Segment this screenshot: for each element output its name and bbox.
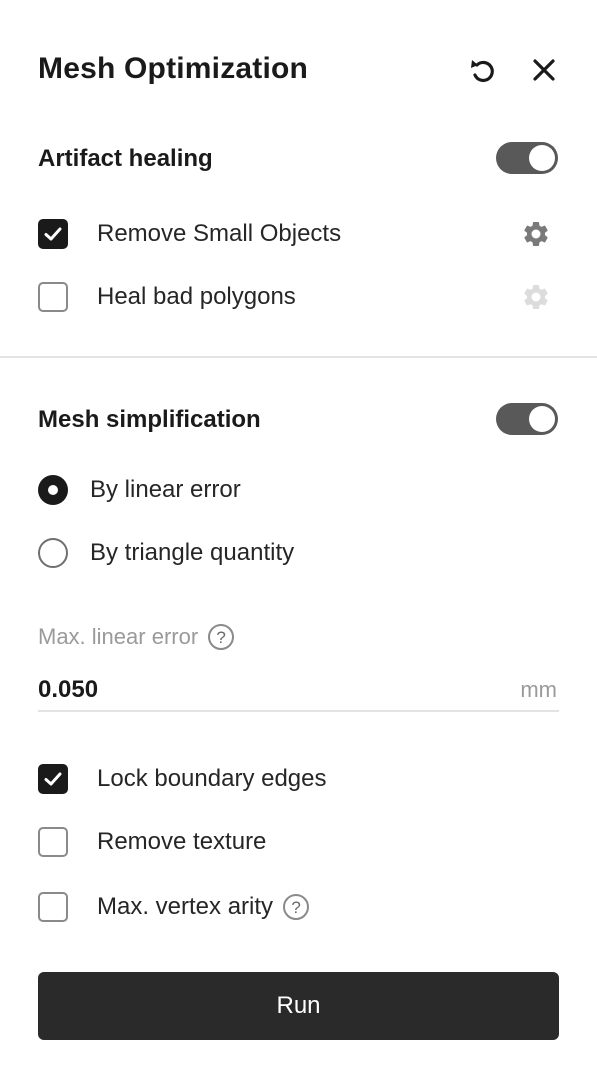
- close-icon[interactable]: [526, 52, 562, 88]
- toggle-knob: [529, 406, 555, 432]
- checkmark-icon: [44, 772, 62, 786]
- remove-texture-label: Remove texture: [97, 828, 267, 855]
- radio-dot: [48, 485, 58, 495]
- question-circle-icon[interactable]: ?: [283, 894, 310, 920]
- toggle-knob: [529, 145, 555, 171]
- question-circle-icon[interactable]: ?: [208, 624, 235, 650]
- remove-texture-option[interactable]: Remove texture: [38, 824, 266, 860]
- lock-boundary-edges-option[interactable]: Lock boundary edges: [38, 761, 327, 797]
- by-linear-error-label: By linear error: [90, 476, 241, 503]
- lock-boundary-edges-checkbox[interactable]: [38, 764, 68, 794]
- remove-small-objects-settings-gear-icon[interactable]: [518, 216, 554, 252]
- lock-boundary-edges-label: Lock boundary edges: [97, 765, 327, 792]
- remove-small-objects-label: Remove Small Objects: [97, 220, 342, 247]
- artifact-healing-toggle[interactable]: [496, 142, 558, 174]
- by-linear-error-radio[interactable]: [38, 475, 68, 505]
- undo-icon[interactable]: [464, 52, 500, 88]
- mesh-simplification-title: Mesh simplification: [38, 406, 261, 433]
- panel-title: Mesh Optimization: [38, 52, 309, 85]
- max-linear-error-label: Max. linear error: [38, 624, 199, 649]
- run-button[interactable]: Run: [38, 972, 559, 1040]
- remove-texture-checkbox[interactable]: [38, 827, 68, 857]
- by-triangle-quantity-option[interactable]: By triangle quantity: [38, 535, 294, 571]
- max-vertex-arity-checkbox[interactable]: [38, 892, 68, 922]
- heal-bad-polygons-checkbox[interactable]: [38, 282, 68, 312]
- remove-small-objects-checkbox[interactable]: [38, 219, 68, 249]
- remove-small-objects-option[interactable]: Remove Small Objects: [38, 216, 341, 252]
- heal-bad-polygons-label: Heal bad polygons: [97, 283, 296, 310]
- input-underline: [38, 710, 559, 712]
- mesh-simplification-toggle[interactable]: [496, 403, 558, 435]
- by-triangle-quantity-label: By triangle quantity: [90, 539, 295, 566]
- checkmark-icon: [44, 227, 62, 241]
- section-divider: [0, 356, 597, 358]
- max-vertex-arity-option[interactable]: Max. vertex arity ?: [38, 889, 310, 925]
- by-linear-error-option[interactable]: By linear error: [38, 472, 241, 508]
- max-linear-error-input[interactable]: [38, 672, 498, 708]
- heal-bad-polygons-option[interactable]: Heal bad polygons: [38, 279, 296, 315]
- by-triangle-quantity-radio[interactable]: [38, 538, 68, 568]
- heal-bad-polygons-settings-gear-icon: [518, 279, 554, 315]
- max-linear-error-field-label: Max. linear error ?: [38, 624, 235, 650]
- unit-label: mm: [520, 677, 557, 702]
- max-vertex-arity-label: Max. vertex arity: [97, 893, 274, 920]
- artifact-healing-title: Artifact healing: [38, 145, 213, 172]
